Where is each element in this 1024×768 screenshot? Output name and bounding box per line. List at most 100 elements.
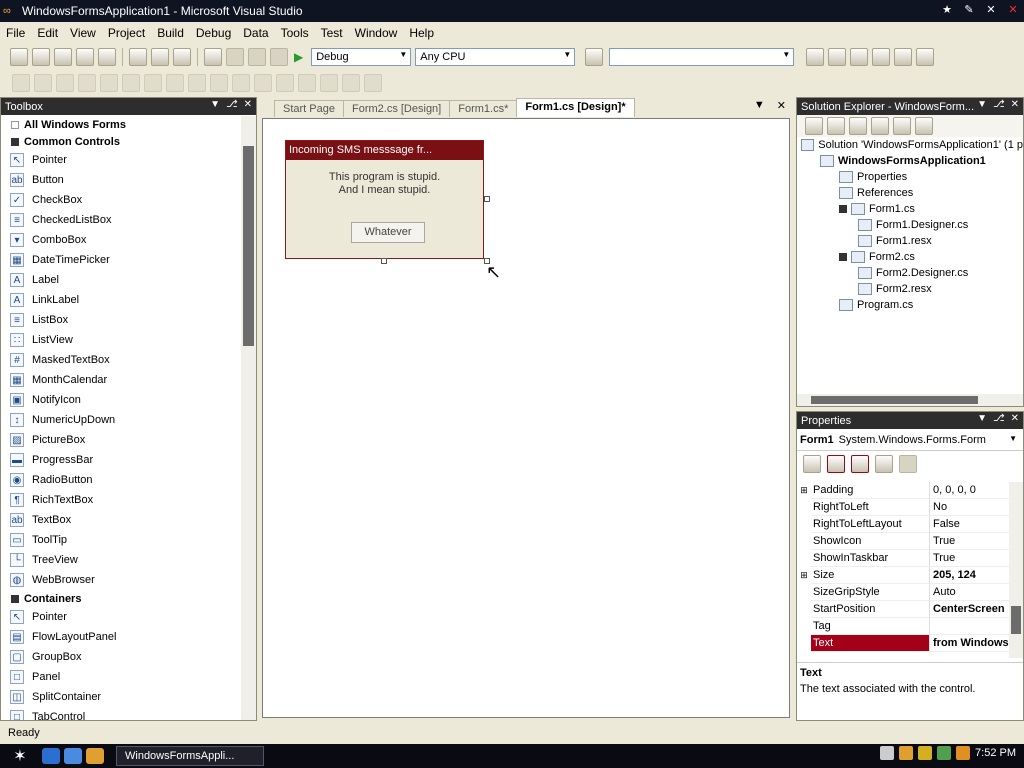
toolbox-category-common[interactable]: Common Controls bbox=[1, 133, 242, 150]
scrollbar-thumb[interactable] bbox=[243, 146, 254, 346]
tab-order-icon[interactable] bbox=[364, 74, 382, 92]
menu-file[interactable]: File bbox=[0, 22, 31, 44]
whatever-button[interactable]: Whatever bbox=[351, 222, 425, 243]
tab-form1-code[interactable]: Form1.cs* bbox=[449, 100, 518, 117]
property-value[interactable]: 205, 124 bbox=[930, 567, 1009, 584]
tree-item[interactable]: WindowsFormsApplication1 bbox=[797, 153, 1023, 169]
save-icon[interactable] bbox=[76, 48, 94, 66]
property-row-sizegripstyle[interactable]: SizeGripStyle Auto bbox=[797, 584, 1009, 601]
toolbox-item-checkbox[interactable]: ✓ CheckBox bbox=[1, 190, 242, 210]
menu-window[interactable]: Window bbox=[349, 22, 404, 44]
toolbox-item-checkedlistbox[interactable]: ≡ CheckedListBox bbox=[1, 210, 242, 230]
close-icon[interactable]: ✕ bbox=[1011, 99, 1019, 110]
window-position-icon[interactable]: ▼ bbox=[977, 99, 987, 110]
tree-item[interactable]: References bbox=[797, 185, 1023, 201]
toolbox-item-webbrowser[interactable]: ◍ WebBrowser bbox=[1, 570, 242, 590]
center-vertically-icon[interactable] bbox=[298, 74, 316, 92]
cut-icon[interactable] bbox=[129, 48, 147, 66]
toolbox-item-textbox[interactable]: ab TextBox bbox=[1, 510, 242, 530]
command-window-icon[interactable] bbox=[916, 48, 935, 66]
minimize-button[interactable]: ✕ bbox=[982, 2, 1000, 19]
search-icon[interactable] bbox=[956, 746, 971, 760]
toolbox-item-combobox[interactable]: ▾ ComboBox bbox=[1, 230, 242, 250]
paste-icon[interactable] bbox=[173, 48, 191, 66]
start-debugging-icon[interactable]: ▶ bbox=[294, 50, 303, 64]
view-designer-icon[interactable] bbox=[893, 117, 911, 135]
tab-start-page[interactable]: Start Page bbox=[274, 100, 344, 117]
align-middles-icon[interactable] bbox=[122, 74, 140, 92]
property-row-startposition[interactable]: StartPosition CenterScreen bbox=[797, 601, 1009, 618]
property-value[interactable]: True bbox=[930, 550, 1009, 567]
keyboard-icon[interactable] bbox=[880, 746, 895, 760]
property-row-size[interactable]: ⊞ Size 205, 124 bbox=[797, 567, 1009, 584]
align-rights-icon[interactable] bbox=[78, 74, 96, 92]
property-value[interactable]: True bbox=[930, 533, 1009, 550]
properties-icon[interactable] bbox=[805, 117, 823, 135]
edit-icon[interactable]: ✎ bbox=[960, 2, 978, 19]
refresh-icon[interactable] bbox=[849, 117, 867, 135]
tab-form1-design[interactable]: Form1.cs [Design]* bbox=[516, 98, 635, 117]
toolbox-item-monthcalendar[interactable]: ▦ MonthCalendar bbox=[1, 370, 242, 390]
design-surface[interactable]: Incoming SMS messsage fr... This program… bbox=[262, 118, 790, 718]
menu-build[interactable]: Build bbox=[151, 22, 190, 44]
align-tops-icon[interactable] bbox=[100, 74, 118, 92]
property-value[interactable]: 0, 0, 0, 0 bbox=[930, 482, 1009, 499]
properties-window-icon[interactable] bbox=[828, 48, 847, 66]
property-pages-icon[interactable] bbox=[899, 455, 917, 473]
tree-item[interactable]: Form2.resx bbox=[797, 281, 1023, 297]
toolbox-item-button[interactable]: ab Button bbox=[1, 170, 242, 190]
toolbox-category-containers[interactable]: Containers bbox=[1, 590, 242, 607]
property-row-tag[interactable]: Tag bbox=[797, 618, 1009, 635]
properties-scrollbar[interactable] bbox=[1009, 482, 1023, 658]
view-code-icon[interactable] bbox=[871, 117, 889, 135]
close-icon[interactable]: ✕ bbox=[777, 99, 786, 112]
toolbox-item-notifyicon[interactable]: ▣ NotifyIcon bbox=[1, 390, 242, 410]
internet-explorer-icon[interactable] bbox=[42, 748, 60, 764]
toolbox-item-listbox[interactable]: ≡ ListBox bbox=[1, 310, 242, 330]
toolbox-item-panel[interactable]: □ Panel bbox=[1, 667, 242, 687]
network-icon[interactable] bbox=[899, 746, 914, 760]
tree-item[interactable]: Program.cs bbox=[797, 297, 1023, 313]
align-centers-icon[interactable] bbox=[56, 74, 74, 92]
align-lefts-icon[interactable] bbox=[34, 74, 52, 92]
toolbox-item-maskedtextbox[interactable]: # MaskedTextBox bbox=[1, 350, 242, 370]
resize-handle-right[interactable] bbox=[484, 196, 490, 202]
class-diagram-icon[interactable] bbox=[915, 117, 933, 135]
find-in-files-icon[interactable] bbox=[585, 48, 604, 66]
find-select[interactable]: ▼ bbox=[609, 48, 795, 66]
window-position-icon[interactable]: ▼ bbox=[977, 413, 987, 424]
property-value[interactable] bbox=[930, 618, 1009, 635]
pin-icon[interactable]: ⎇ bbox=[993, 99, 1005, 110]
toolbox-item-label[interactable]: A Label bbox=[1, 270, 242, 290]
tree-item[interactable]: Solution 'WindowsFormsApplication1' (1 p bbox=[797, 137, 1023, 153]
toolbox-scrollbar[interactable] bbox=[241, 116, 256, 720]
pin-icon[interactable]: ⎇ bbox=[226, 99, 238, 110]
toolbox-item-treeview[interactable]: └ TreeView bbox=[1, 550, 242, 570]
property-value[interactable]: No bbox=[930, 499, 1009, 516]
send-to-back-icon[interactable] bbox=[342, 74, 360, 92]
toolbox-item-radiobutton[interactable]: ◉ RadioButton bbox=[1, 470, 242, 490]
tree-item[interactable]: Form1.resx bbox=[797, 233, 1023, 249]
tab-form2-design[interactable]: Form2.cs [Design] bbox=[342, 100, 451, 117]
menu-project[interactable]: Project bbox=[102, 22, 151, 44]
menu-edit[interactable]: Edit bbox=[31, 22, 64, 44]
pin-icon[interactable]: ⎇ bbox=[993, 413, 1005, 424]
alphabetical-icon[interactable] bbox=[827, 455, 845, 473]
show-all-files-icon[interactable] bbox=[827, 117, 845, 135]
menu-test[interactable]: Test bbox=[315, 22, 349, 44]
property-row-righttoleftlayout[interactable]: RightToLeftLayout False bbox=[797, 516, 1009, 533]
make-same-height-icon[interactable] bbox=[188, 74, 206, 92]
menu-view[interactable]: View bbox=[64, 22, 102, 44]
toolbox-item-richtextbox[interactable]: ¶ RichTextBox bbox=[1, 490, 242, 510]
shield-icon[interactable] bbox=[918, 746, 933, 760]
property-value[interactable]: CenterScreen bbox=[930, 601, 1009, 618]
quick-launch-icon[interactable] bbox=[64, 748, 82, 764]
close-button[interactable]: ✕ bbox=[1004, 2, 1022, 19]
property-row-showintaskbar[interactable]: ShowInTaskbar True bbox=[797, 550, 1009, 567]
solution-configuration-select[interactable]: Debug ▼ bbox=[311, 48, 412, 66]
folder-icon[interactable] bbox=[86, 748, 104, 764]
save-all-icon[interactable] bbox=[98, 48, 116, 66]
taskbar-visual-studio-button[interactable]: WindowsFormsAppli... bbox=[116, 746, 264, 766]
categorized-icon[interactable] bbox=[803, 455, 821, 473]
tab-list-icon[interactable]: ▼ bbox=[754, 99, 765, 112]
